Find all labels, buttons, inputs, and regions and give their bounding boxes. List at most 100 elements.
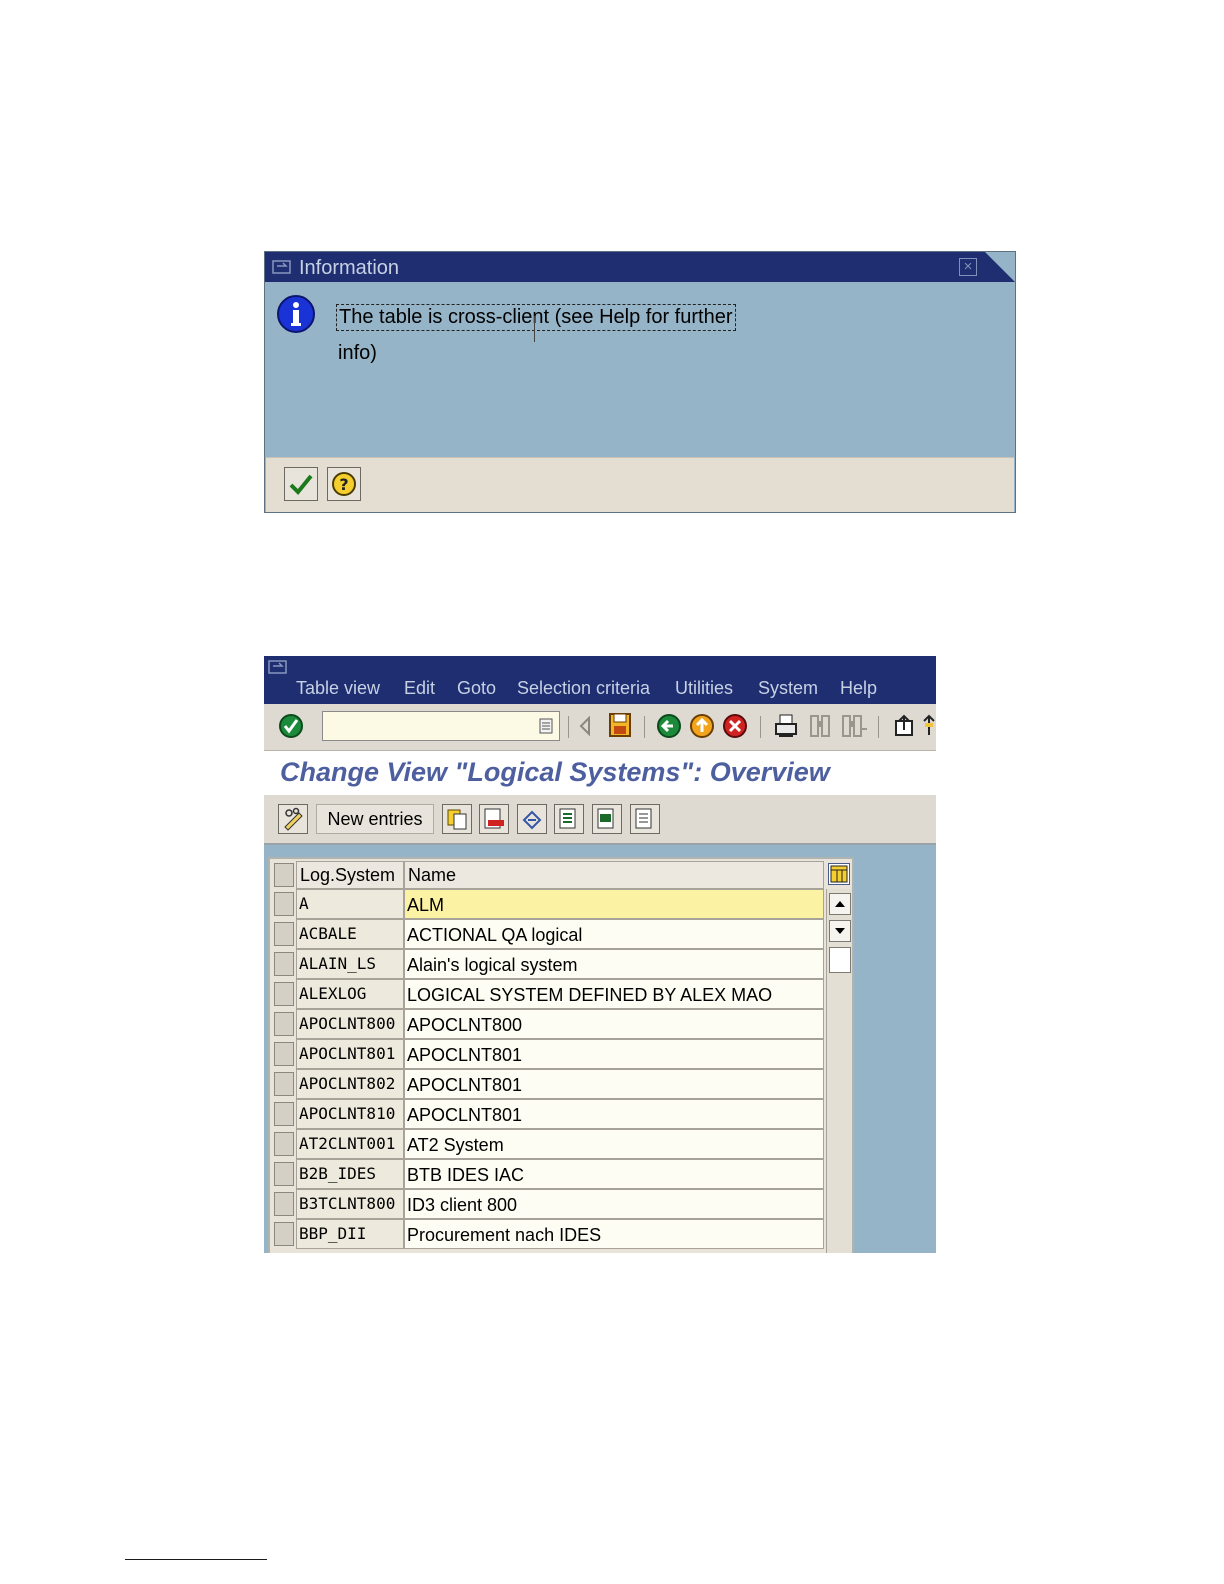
menu-goto[interactable]: Goto: [457, 678, 496, 699]
log-system-cell[interactable]: A: [296, 889, 404, 919]
display-change-button[interactable]: [278, 804, 308, 834]
copy-icon: [447, 809, 467, 830]
table-row[interactable]: AT2CLNT001 AT2 System: [270, 1129, 826, 1159]
name-cell[interactable]: APOCLNT801: [404, 1099, 824, 1129]
column-header-log-system[interactable]: Log.System: [296, 861, 404, 889]
row-selector[interactable]: [274, 1042, 294, 1066]
menu-utilities[interactable]: Utilities: [675, 678, 733, 699]
back-icon[interactable]: [656, 713, 682, 739]
table-row[interactable]: APOCLNT800 APOCLNT800: [270, 1009, 826, 1039]
log-system-cell[interactable]: APOCLNT801: [296, 1039, 404, 1069]
vertical-scrollbar[interactable]: [826, 889, 852, 1253]
deselect-all-button[interactable]: [630, 804, 660, 834]
log-system-cell[interactable]: B3TCLNT800: [296, 1189, 404, 1219]
menu-table-view[interactable]: Table view: [296, 678, 380, 699]
dropdown-history-icon[interactable]: [539, 718, 553, 734]
help-button[interactable]: ?: [327, 467, 361, 501]
row-selector[interactable]: [274, 952, 294, 976]
save-icon[interactable]: [608, 712, 632, 738]
select-block-button[interactable]: [592, 804, 622, 834]
name-cell[interactable]: ALM: [404, 889, 824, 919]
window-menu-icon[interactable]: [272, 258, 292, 274]
exit-icon[interactable]: [689, 713, 715, 739]
triangle-down-icon: [835, 928, 845, 934]
window-menu-icon[interactable]: [268, 658, 290, 674]
menu-help[interactable]: Help: [840, 678, 877, 699]
confirm-button[interactable]: [284, 467, 318, 501]
scrollbar-thumb[interactable]: [829, 947, 851, 973]
log-system-cell[interactable]: ALAIN_LS: [296, 949, 404, 979]
log-system-cell[interactable]: AT2CLNT001: [296, 1129, 404, 1159]
information-dialog: Information × ?: [264, 251, 1016, 513]
log-system-cell[interactable]: BBP_DII: [296, 1219, 404, 1249]
row-selector[interactable]: [274, 1132, 294, 1156]
name-cell[interactable]: Procurement nach IDES: [404, 1219, 824, 1249]
row-selector[interactable]: [274, 982, 294, 1006]
toolbar-separator: [878, 716, 879, 738]
table-row[interactable]: APOCLNT801 APOCLNT801: [270, 1039, 826, 1069]
table-row[interactable]: B2B_IDES BTB IDES IAC: [270, 1159, 826, 1189]
toolbar-separator: [644, 716, 645, 738]
row-selector[interactable]: [274, 1162, 294, 1186]
name-cell[interactable]: AT2 System: [404, 1129, 824, 1159]
table-row[interactable]: ACBALE ACTIONAL QA logical: [270, 919, 826, 949]
log-system-cell[interactable]: ACBALE: [296, 919, 404, 949]
table-row[interactable]: BBP_DII Procurement nach IDES: [270, 1219, 826, 1249]
close-icon[interactable]: ×: [959, 258, 977, 276]
back-arrow-icon[interactable]: [578, 716, 592, 736]
table-row[interactable]: ALEXLOG LOGICAL SYSTEM DEFINED BY ALEX M…: [270, 979, 826, 1009]
row-selector[interactable]: [274, 1222, 294, 1246]
title-bar-corner: [985, 252, 1015, 282]
name-cell[interactable]: Alain's logical system: [404, 949, 824, 979]
previous-page-icon[interactable]: [922, 713, 936, 739]
command-field-input[interactable]: [322, 711, 560, 741]
log-system-cell[interactable]: APOCLNT810: [296, 1099, 404, 1129]
row-selector[interactable]: [274, 892, 294, 916]
find-icon[interactable]: [808, 713, 832, 739]
help-icon: ?: [332, 472, 356, 496]
find-next-icon[interactable]: [840, 713, 868, 739]
row-selector[interactable]: [274, 1072, 294, 1096]
delete-button[interactable]: [479, 804, 509, 834]
menu-system[interactable]: System: [758, 678, 818, 699]
menu-edit[interactable]: Edit: [404, 678, 435, 699]
first-page-icon[interactable]: [892, 713, 916, 739]
menu-selection-criteria[interactable]: Selection criteria: [517, 678, 650, 699]
log-system-cell[interactable]: B2B_IDES: [296, 1159, 404, 1189]
scroll-down-button[interactable]: [829, 920, 851, 942]
enter-icon[interactable]: [278, 713, 304, 739]
column-header-name[interactable]: Name: [404, 861, 824, 889]
undo-change-button[interactable]: [517, 804, 547, 834]
print-icon[interactable]: [774, 713, 798, 739]
table-row[interactable]: APOCLNT802 APOCLNT801: [270, 1069, 826, 1099]
scroll-up-button[interactable]: [829, 893, 851, 915]
row-selector[interactable]: [274, 922, 294, 946]
log-system-cell[interactable]: APOCLNT800: [296, 1009, 404, 1039]
select-all-button[interactable]: [554, 804, 584, 834]
name-cell[interactable]: BTB IDES IAC: [404, 1159, 824, 1189]
row-selector[interactable]: [274, 1192, 294, 1216]
log-system-cell[interactable]: APOCLNT802: [296, 1069, 404, 1099]
copy-as-button[interactable]: [442, 804, 472, 834]
table-row[interactable]: A ALM: [270, 889, 826, 919]
row-selector[interactable]: [274, 1102, 294, 1126]
table-row[interactable]: APOCLNT810 APOCLNT801: [270, 1099, 826, 1129]
cancel-icon[interactable]: [722, 713, 748, 739]
pencil-glasses-icon: [284, 807, 303, 831]
select-block-icon: [597, 808, 614, 829]
table-settings-icon[interactable]: [828, 863, 850, 885]
table-row[interactable]: ALAIN_LS Alain's logical system: [270, 949, 826, 979]
table-row[interactable]: B3TCLNT800 ID3 client 800: [270, 1189, 826, 1219]
name-cell[interactable]: LOGICAL SYSTEM DEFINED BY ALEX MAO: [404, 979, 824, 1009]
name-cell[interactable]: ACTIONAL QA logical: [404, 919, 824, 949]
name-cell[interactable]: APOCLNT800: [404, 1009, 824, 1039]
select-all-rows-button[interactable]: [274, 863, 294, 887]
row-selector[interactable]: [274, 1012, 294, 1036]
standard-toolbar: [264, 704, 936, 751]
name-cell[interactable]: APOCLNT801: [404, 1039, 824, 1069]
name-cell[interactable]: APOCLNT801: [404, 1069, 824, 1099]
log-system-cell[interactable]: ALEXLOG: [296, 979, 404, 1009]
new-entries-button[interactable]: New entries: [316, 804, 434, 834]
logical-systems-table: Log.System Name A ALM ACBALE ACTIONAL QA…: [268, 857, 854, 1253]
name-cell[interactable]: ID3 client 800: [404, 1189, 824, 1219]
